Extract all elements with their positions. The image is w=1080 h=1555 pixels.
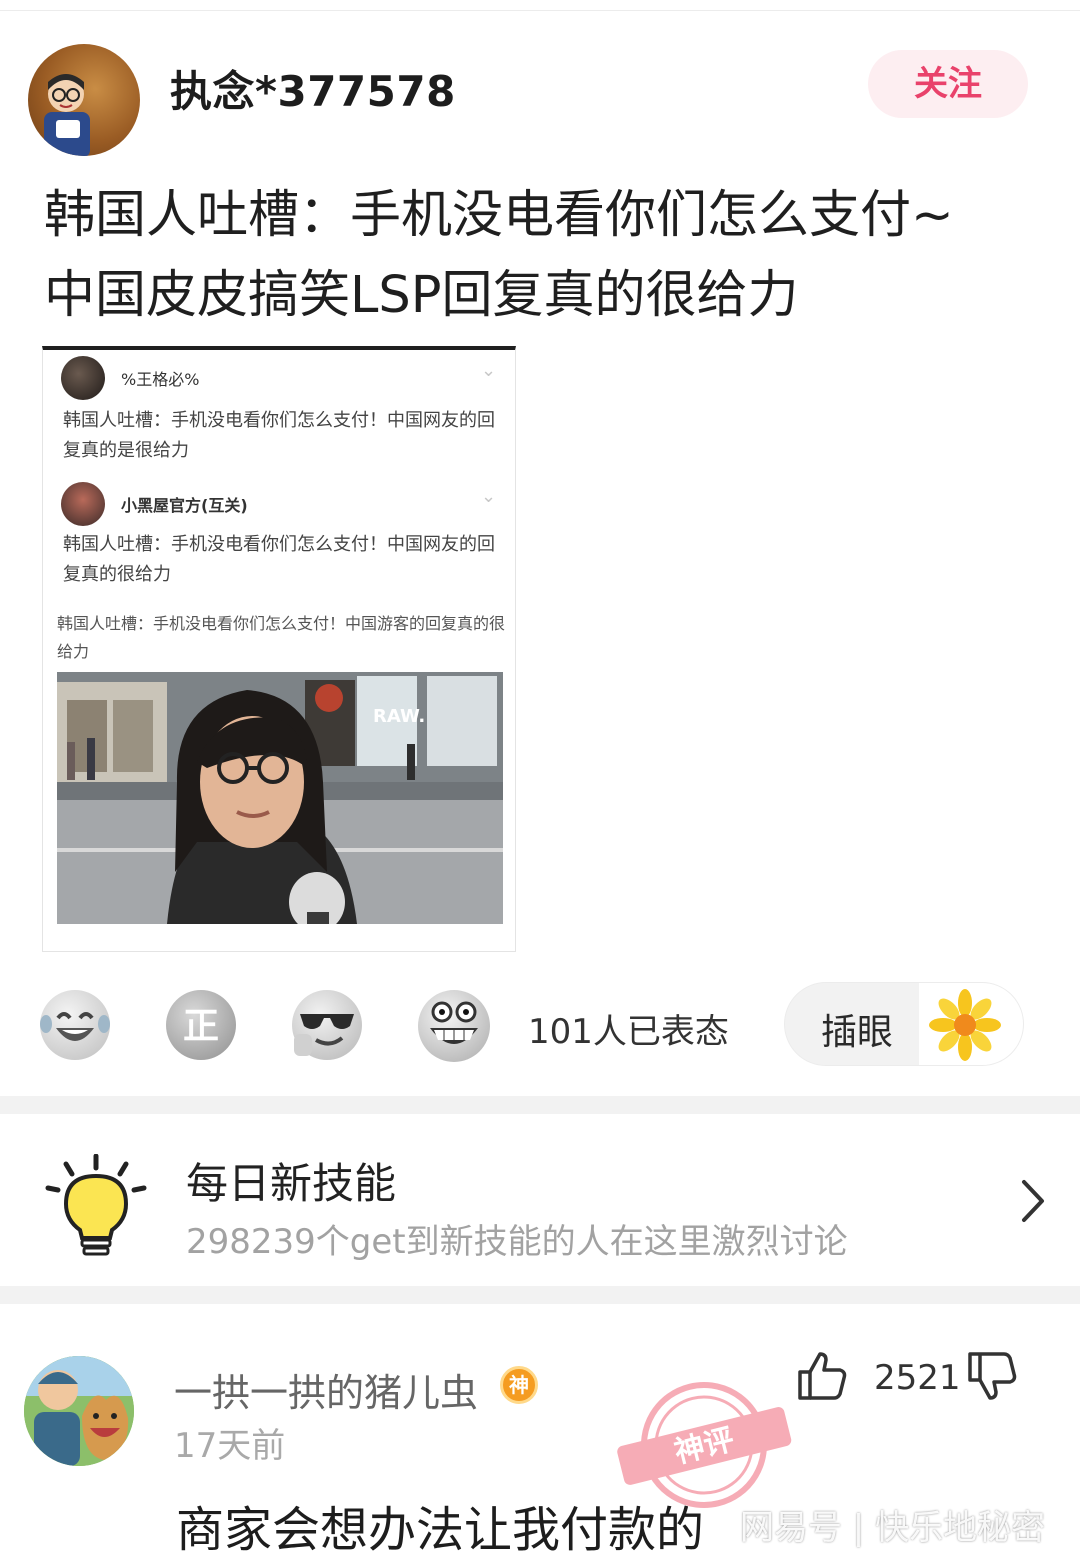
thumbs-down-icon[interactable] [966,1350,1018,1402]
embed-avatar-2 [61,482,105,526]
commenter-name[interactable]: 一拱一拱的猪儿虫 [174,1362,478,1417]
like-count: 2521 [874,1358,961,1398]
reaction-count[interactable]: 101人已表态 [528,1004,729,1053]
reactions-row: 正 101人已表态 插眼 [36,982,1036,1068]
billboard-label: RAW. [373,706,425,727]
svg-text:正: 正 [183,1006,219,1047]
shen-badge: 神 [500,1366,538,1404]
laughing-tears-icon[interactable] [40,990,110,1060]
tag-label: 插眼 [821,1012,894,1053]
woman-interview-illustration: RAW. [57,672,503,924]
stamp-text: 神评 [671,1422,738,1470]
section-separator [0,1286,1080,1304]
post-title: 韩国人吐槽：手机没电看你们怎么支付~ 中国皮皮搞笑LSP回复真的很给力 [44,176,1044,336]
chevron-right-icon[interactable] [1014,1176,1054,1226]
embed-comment-1-user: %王格必% [121,370,200,389]
topic-title: 每日新技能 [186,1159,397,1208]
author-name[interactable]: 执念*377578 [170,58,456,119]
street-interview-photo: RAW. [57,672,503,924]
embed-caption: 韩国人吐槽：手机没电看你们怎么支付！中国游客的回复真的很给力 [57,614,506,661]
follow-button[interactable]: 关注 [868,50,1028,118]
cool-sunglasses-icon[interactable] [292,990,362,1060]
chevron-down-icon: ⌄ [481,486,497,507]
source-watermark: 网易号 | 快乐地秘密 [740,1508,1046,1548]
embed-avatar-1 [61,356,105,400]
comment-item: 一拱一拱的猪儿虫 神 17天前 2521 神评 商家会想办法让我付款的 网易号 … [0,1304,1080,1555]
section-separator [0,1096,1080,1114]
comment-time: 17天前 [174,1426,286,1466]
topic-entry[interactable]: 每日新技能 298239个get到新技能的人在这里激烈讨论 [0,1114,1080,1286]
post-image[interactable]: %王格必% ⌄ 韩国人吐槽：手机没电看你们怎么支付！中国网友的回复真的是很给力 … [42,346,516,952]
grinning-teeth-icon[interactable] [418,990,490,1062]
post-title-line-2: 中国皮皮搞笑LSP回复真的很给力 [44,266,799,325]
lightbulb-icon [45,1154,147,1256]
thumbs-up-icon[interactable] [796,1350,848,1402]
top-divider [0,10,1080,11]
tag-chayan-button[interactable]: 插眼 [784,982,1024,1066]
commenter-avatar[interactable] [24,1356,134,1466]
topic-subtitle: 298239个get到新技能的人在这里激烈讨论 [186,1222,848,1262]
chevron-down-icon: ⌄ [481,360,497,381]
post-title-line-1: 韩国人吐槽：手机没电看你们怎么支付~ [44,186,954,245]
post-author-row: 执念*377578 关注 [24,42,1056,162]
embed-comment-2-text: 韩国人吐槽：手机没电看你们怎么支付！中国网友的回复真的很给力 [63,534,495,585]
sunflower-icon [919,983,1023,1065]
author-avatar[interactable] [28,44,140,156]
comment-body: 商家会想办法让我付款的 [176,1502,705,1555]
zheng-icon[interactable]: 正 [166,990,236,1060]
embed-comment-2-user: 小黑屋官方(互关) [121,496,248,515]
embed-comment-1-text: 韩国人吐槽：手机没电看你们怎么支付！中国网友的回复真的是很给力 [63,410,495,461]
cartoon-figure-icon [44,74,90,156]
